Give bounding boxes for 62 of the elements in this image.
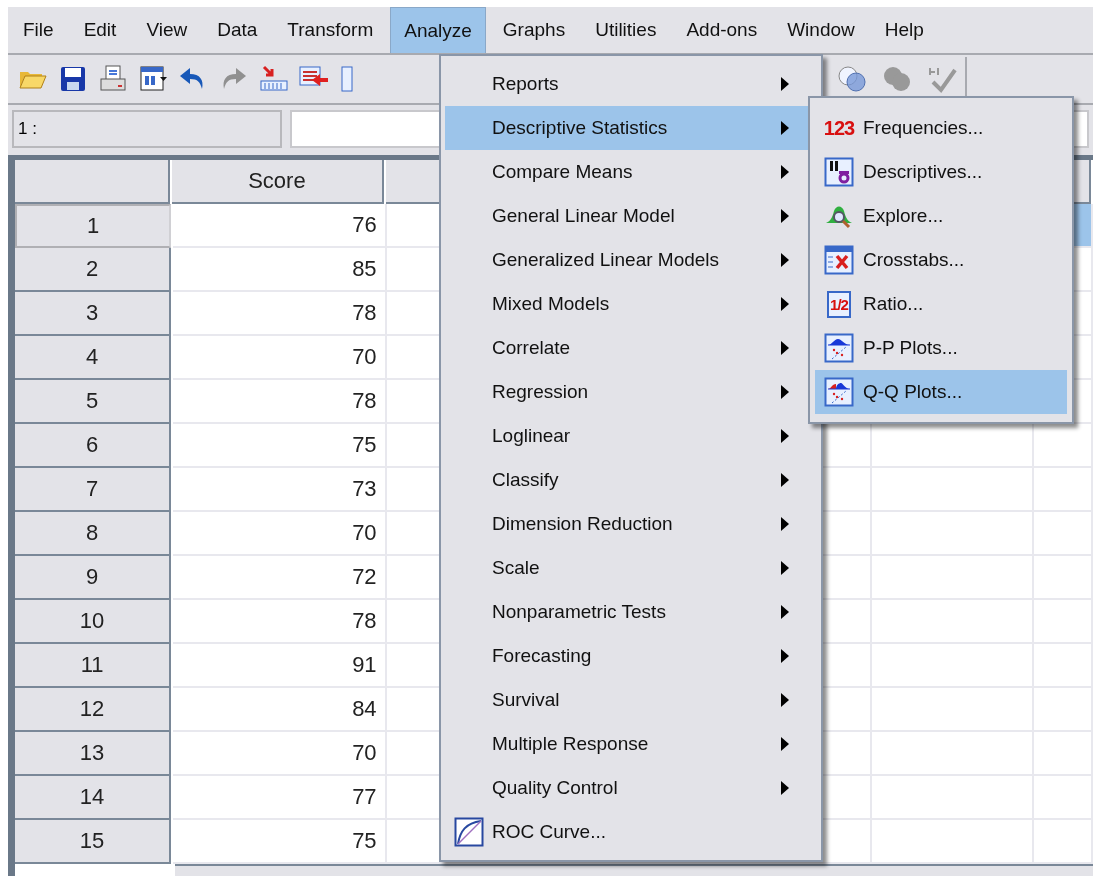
table-cell: 78 — [173, 380, 387, 424]
row-header[interactable]: 12 — [15, 688, 172, 732]
menu-item[interactable]: Survival — [445, 678, 817, 722]
row-header[interactable]: 13 — [15, 732, 172, 776]
menu-item[interactable]: Crosstabs... — [815, 238, 1067, 282]
table-cell: 70 — [173, 336, 387, 380]
menu-item[interactable]: Edit — [70, 7, 130, 53]
menu-item[interactable]: Classify — [445, 458, 817, 502]
row-header[interactable]: 10 — [15, 600, 172, 644]
menu-item[interactable]: Descriptives... — [815, 150, 1067, 194]
menu-item[interactable]: ROC Curve... — [445, 810, 817, 854]
menu-item[interactable]: Scale — [445, 546, 817, 590]
menu-item[interactable]: Forecasting — [445, 634, 817, 678]
table-cell: 91 — [173, 644, 387, 688]
row-header[interactable]: 8 — [15, 512, 172, 556]
table-cell: 77 — [173, 776, 387, 820]
row-header[interactable]: 11 — [15, 644, 172, 688]
menu-item[interactable]: Nonparametric Tests — [445, 590, 817, 634]
row-header[interactable]: 2 — [15, 248, 172, 292]
column-header[interactable]: Score — [171, 160, 384, 204]
menu-item[interactable]: Add-ons — [673, 7, 771, 53]
table-cell: 72 — [173, 556, 387, 600]
menu-item[interactable]: Window — [774, 7, 868, 53]
menu-item[interactable]: Loglinear — [445, 414, 817, 458]
number-icon: 1/2 — [827, 290, 851, 318]
menu-item[interactable]: Q-Q Plots... — [815, 370, 1067, 414]
table-cell: 70 — [173, 512, 387, 556]
menu-item[interactable]: P-P Plots... — [815, 326, 1067, 370]
menu-item[interactable]: View — [133, 7, 201, 53]
table-cell: 85 — [173, 248, 387, 292]
table-cell: 78 — [173, 600, 387, 644]
menu-item[interactable]: Reports — [445, 62, 817, 106]
table-cell: 73 — [173, 468, 387, 512]
menu-item[interactable]: Quality Control — [445, 766, 817, 810]
menu-item[interactable]: Dimension Reduction — [445, 502, 817, 546]
menu-item[interactable]: Analyze — [390, 7, 486, 53]
table-cell: 84 — [173, 688, 387, 732]
cell-reference: 1 : — [12, 110, 282, 148]
row-header[interactable]: 9 — [15, 556, 172, 600]
menu-item[interactable]: Utilities — [582, 7, 670, 53]
menu-item[interactable]: Help — [871, 7, 937, 53]
table-cell: 70 — [173, 732, 387, 776]
row-header[interactable]: 5 — [15, 380, 172, 424]
row-header[interactable]: 6 — [15, 424, 172, 468]
menu-item[interactable]: Graphs — [489, 7, 579, 53]
menu-item[interactable]: Explore... — [815, 194, 1067, 238]
row-header[interactable]: 4 — [15, 336, 172, 380]
number-icon: 123 — [823, 116, 855, 140]
table-cell: 76 — [173, 204, 387, 248]
menu-item[interactable]: Transform — [274, 7, 387, 53]
menu-item[interactable]: File — [10, 7, 67, 53]
menu-item[interactable]: Multiple Response — [445, 722, 817, 766]
menu-item[interactable]: 1/2 Ratio... — [815, 282, 1067, 326]
table-cell: 78 — [173, 292, 387, 336]
row-header[interactable]: 1 — [15, 204, 172, 248]
menu-item[interactable]: 123 Frequencies... — [815, 106, 1067, 150]
row-header[interactable]: 3 — [15, 292, 172, 336]
row-header[interactable]: 14 — [15, 776, 172, 820]
table-cell: 75 — [173, 424, 387, 468]
row-header[interactable]: 7 — [15, 468, 172, 512]
menu-item[interactable]: Data — [204, 7, 271, 53]
row-header[interactable]: 15 — [15, 820, 172, 864]
